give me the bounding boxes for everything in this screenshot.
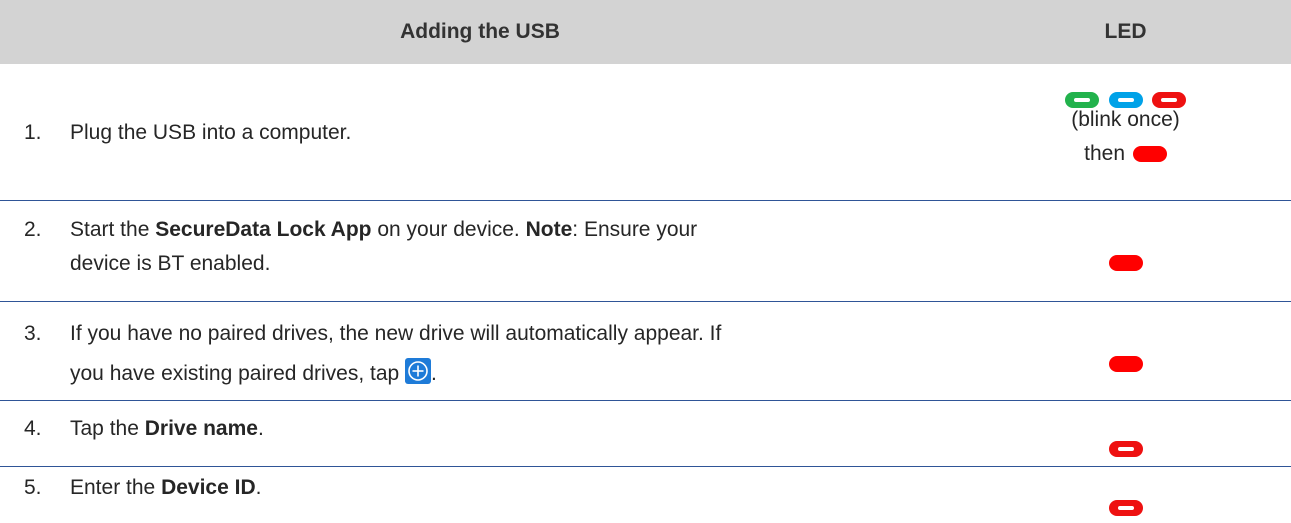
device-id-label: Device ID — [161, 476, 256, 499]
step-number: 1. — [24, 121, 42, 144]
led-then-group: then — [960, 140, 1291, 168]
led-indicator-2 — [960, 251, 1291, 275]
table-header: Adding the USB LED — [0, 0, 1291, 64]
red-blink-led-icon — [1152, 92, 1187, 109]
table-row: 3. If you have no paired drives, the new… — [0, 302, 1291, 401]
led-then-label: then — [1084, 142, 1126, 165]
app-name: SecureData Lock App — [155, 218, 372, 241]
solid-red-led-icon — [1108, 255, 1143, 272]
drive-name-label: Drive name — [144, 417, 258, 440]
led-indicator-5 — [960, 496, 1291, 520]
step-1: 1. Plug the USB into a computer. — [24, 116, 724, 150]
led-blink-group — [960, 86, 1291, 109]
step-text: If you have no paired drives, the new dr… — [70, 314, 724, 394]
solid-red-led-icon — [1132, 146, 1167, 163]
blue-blink-led-icon — [1108, 92, 1143, 109]
step-number: 2. — [24, 218, 42, 241]
step-text-part: . — [257, 417, 264, 440]
led-blink-note: (blink once) — [1071, 108, 1180, 131]
step-number: 3. — [24, 322, 42, 345]
step-text-part: Plug the USB into a computer. — [70, 121, 352, 144]
table-row: 5. Enter the Device ID. — [0, 467, 1291, 523]
led-indicator-4 — [960, 437, 1291, 461]
green-blink-led-icon — [1064, 92, 1099, 109]
step-text-part: If you have no paired drives, the new dr… — [70, 322, 722, 385]
step-number: 5. — [24, 476, 42, 499]
step-5: 5. Enter the Device ID. — [24, 471, 724, 505]
step-text-part: . — [431, 362, 437, 385]
step-text-part: Start the — [70, 218, 156, 241]
step-number: 4. — [24, 417, 42, 440]
step-text: Tap the Drive name. — [70, 412, 724, 446]
step-text-part: . — [255, 476, 262, 499]
header-adding-usb: Adding the USB — [400, 20, 560, 43]
note-label: Note — [525, 218, 573, 241]
step-4: 4. Tap the Drive name. — [24, 412, 724, 446]
plus-circle-icon[interactable] — [405, 358, 432, 384]
step-text-part: Tap the — [70, 417, 145, 440]
red-blink-led-icon — [1108, 500, 1143, 517]
table-row: 4. Tap the Drive name. — [0, 401, 1291, 467]
step-text: Start the SecureData Lock App on your de… — [70, 213, 724, 281]
table-row: 2. Start the SecureData Lock App on your… — [0, 201, 1291, 302]
table-row: 1. Plug the USB into a computer. (blink … — [0, 64, 1291, 201]
step-text-part: Enter the — [70, 476, 162, 499]
step-text: Plug the USB into a computer. — [70, 116, 724, 150]
step-2: 2. Start the SecureData Lock App on your… — [24, 213, 724, 281]
header-led: LED — [1104, 20, 1147, 43]
solid-red-led-icon — [1108, 356, 1143, 373]
red-blink-led-icon — [1108, 441, 1143, 458]
step-3: 3. If you have no paired drives, the new… — [24, 314, 724, 394]
led-instructions-table: Adding the USB LED 1. Plug the USB into … — [0, 0, 1291, 523]
step-text: Enter the Device ID. — [70, 471, 724, 505]
led-indicator-3 — [960, 352, 1291, 376]
step-text-part: on your device. — [371, 218, 526, 241]
led-indicator-1: (blink once) then — [960, 86, 1291, 168]
